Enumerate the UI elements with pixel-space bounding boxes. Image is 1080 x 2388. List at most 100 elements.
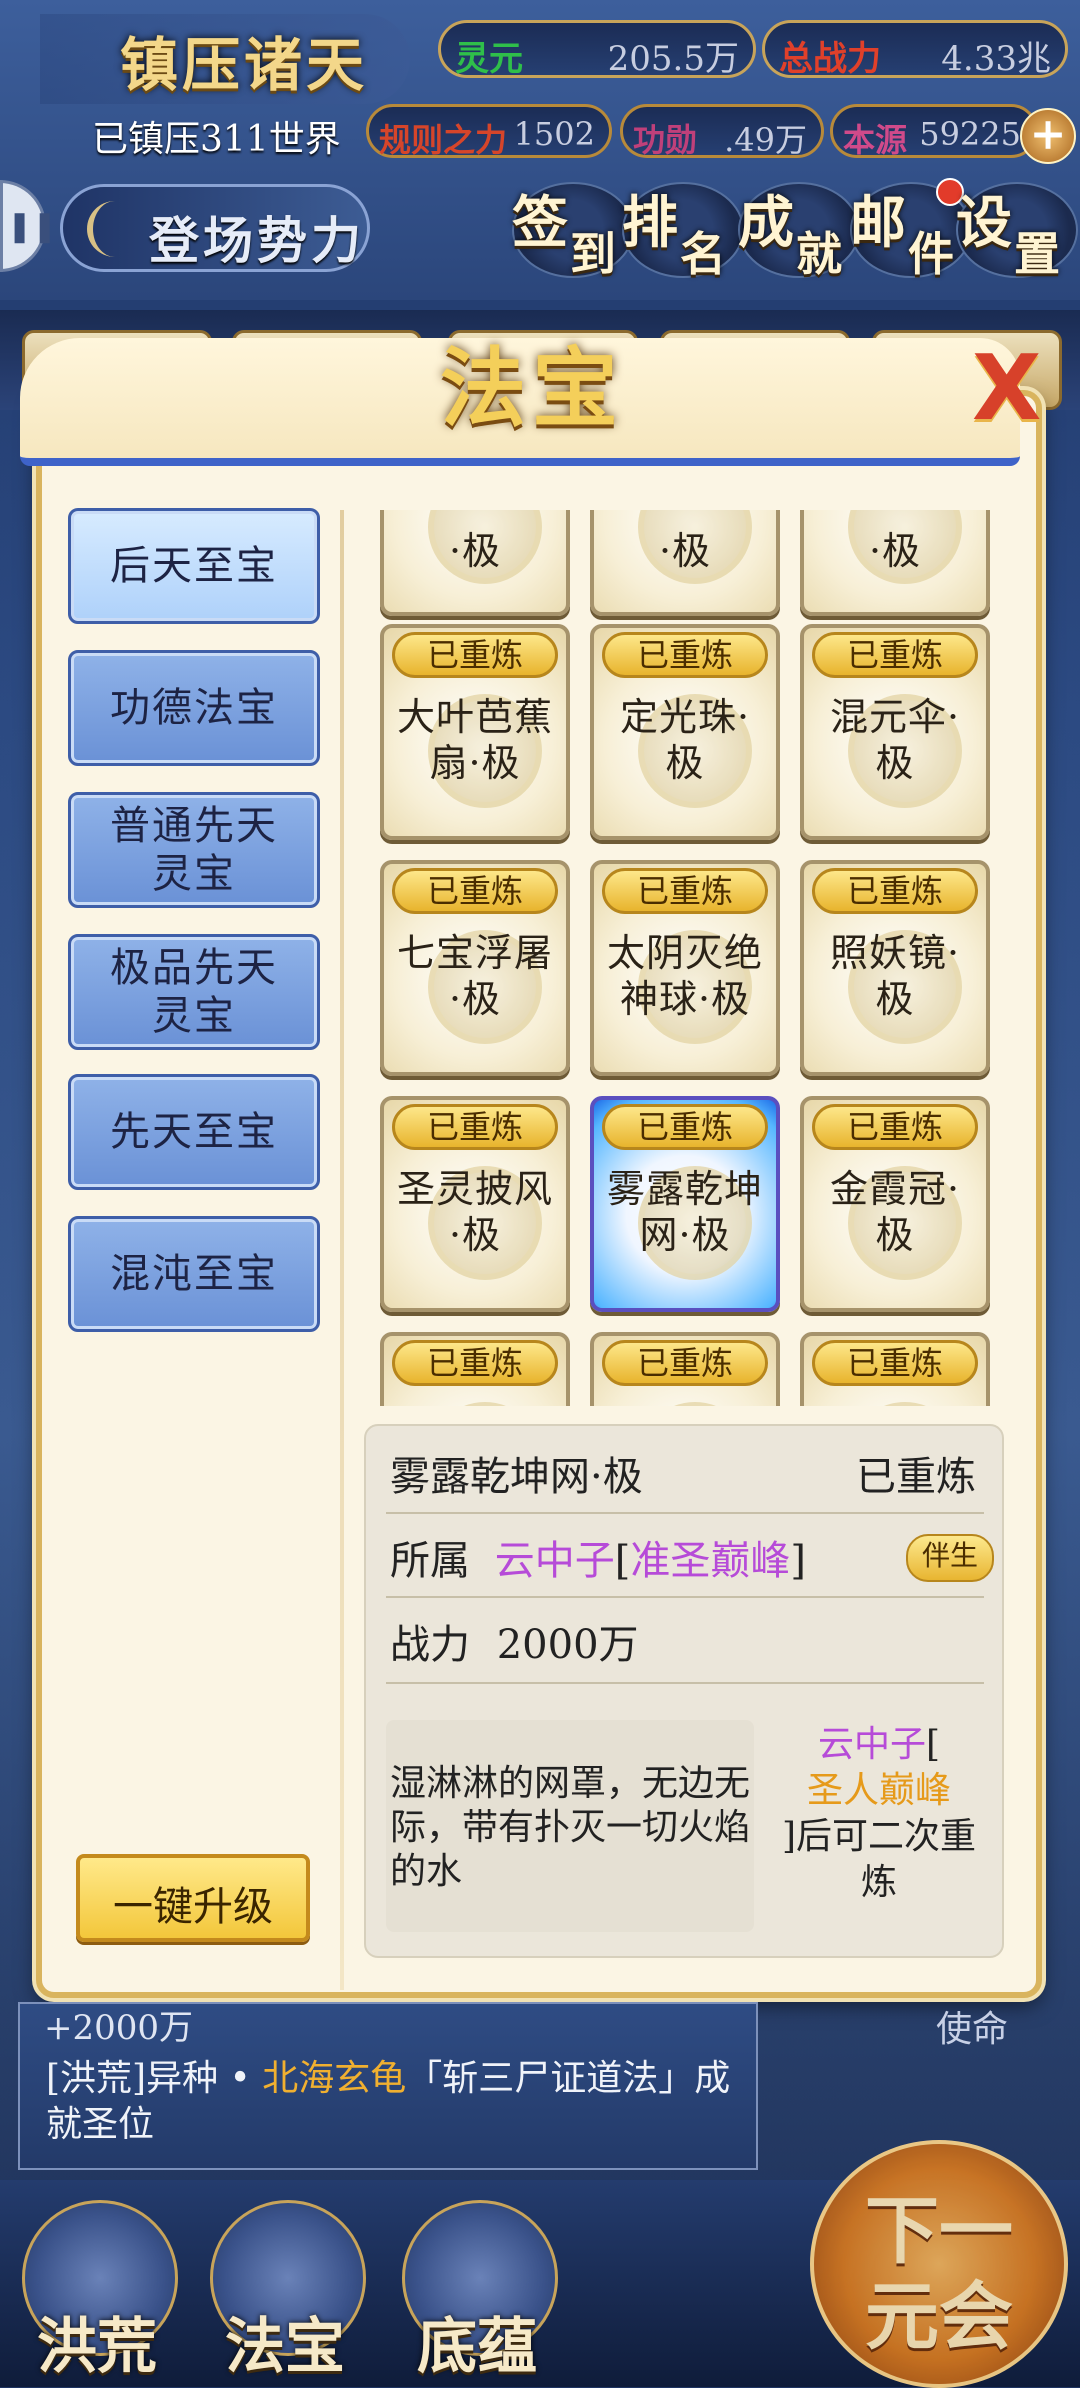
realm-count: 已镇压311世界: [92, 119, 341, 160]
owner-bracket-open: [: [614, 1538, 631, 1584]
note-name: 云中子: [817, 1724, 926, 1765]
refined-badge: 已重炼: [602, 632, 768, 678]
treasure-item[interactable]: 已重炼: [590, 1332, 780, 1406]
settings-char-1: 设: [956, 190, 1012, 256]
refined-badge: 已重炼: [392, 1340, 558, 1386]
note-rest: ]后可二次重炼: [781, 1816, 977, 1903]
description-box: 湿淋淋的网罩，无边无际，带有扑灭一切火焰的水: [386, 1720, 754, 1932]
merit-stat: 功勋 .49万: [620, 104, 824, 159]
treasure-item-selected[interactable]: 已重炼 雾露乾坤 网·极: [590, 1096, 780, 1312]
refined-badge: 已重炼: [602, 1104, 768, 1150]
upgrade-all-label: 一键升级: [113, 1884, 273, 1930]
treasure-item[interactable]: 已重炼 圣灵披风 ·极: [380, 1096, 570, 1312]
nav-label: 底蕴: [417, 2312, 537, 2382]
settings-button[interactable]: 设 置: [956, 178, 1080, 281]
category-label: 混沌至宝: [110, 1251, 278, 1297]
refined-badge: 已重炼: [812, 1104, 978, 1150]
checkin-char-1: 签: [512, 190, 568, 256]
ranking-char-1: 排: [622, 190, 678, 256]
refined-badge: 已重炼: [392, 632, 558, 678]
category-putong-xiantian[interactable]: 普通先天 灵宝: [68, 792, 320, 908]
next-era-button[interactable]: 下一 元会: [810, 2140, 1068, 2388]
treasure-item[interactable]: ·极: [590, 510, 780, 616]
divider: [386, 1682, 984, 1684]
arc-icon: [87, 201, 143, 257]
refined-badge: 已重炼: [812, 1340, 978, 1386]
rule-power-stat: 规则之力 1502: [366, 104, 612, 159]
category-gongde-fabao[interactable]: 功德法宝: [68, 650, 320, 766]
next-era-label: 下一 元会: [865, 2188, 1013, 2360]
total-power-label: 总战力: [779, 39, 881, 79]
add-resource-button[interactable]: +: [1020, 108, 1076, 164]
treasure-name: 大叶芭蕉 扇·极: [396, 695, 553, 785]
nav-label: 洪荒: [37, 2312, 157, 2382]
achievement-char-1: 成: [738, 190, 794, 256]
treasure-item[interactable]: 已重炼 大叶芭蕉 扇·极: [380, 624, 570, 840]
note-bracket-open: [: [925, 1724, 941, 1765]
achievement-button[interactable]: 成 就: [738, 178, 866, 281]
category-jipin-xiantian[interactable]: 极品先天 灵宝: [68, 934, 320, 1050]
pause-icon: ❚❚: [7, 209, 58, 244]
nav-honghuang[interactable]: 洪荒: [12, 2200, 182, 2382]
treasure-item[interactable]: 已重炼 混元伞· 极: [800, 624, 990, 840]
game-title: 镇压诸天: [120, 31, 369, 99]
dialog-title: 法宝: [440, 338, 624, 439]
checkin-button[interactable]: 签 到: [512, 178, 640, 281]
faction-button[interactable]: 登场势力: [60, 184, 370, 272]
divider: [386, 1596, 984, 1598]
treasure-item[interactable]: 已重炼 定光珠· 极: [590, 624, 780, 840]
treasure-item[interactable]: ·极: [800, 510, 990, 616]
detail-header: 雾露乾坤网·极 已重炼: [390, 1444, 986, 1502]
category-label: 功德法宝: [110, 685, 278, 731]
detail-treasure-name: 雾露乾坤网·极: [390, 1454, 643, 1500]
achievement-char-2: 就: [796, 227, 842, 281]
treasure-item[interactable]: 已重炼 七宝浮屠 ·极: [380, 860, 570, 1076]
treasure-item[interactable]: 已重炼 照妖镜· 极: [800, 860, 990, 1076]
log-line-2: [洪荒]异种 • 北海玄龟「斩三尸证道法」成就圣位: [46, 2056, 746, 2148]
treasure-item[interactable]: 已重炼: [380, 1332, 570, 1406]
treasure-name: ·极: [448, 529, 502, 573]
upgrade-all-button[interactable]: 一键升级: [76, 1854, 310, 1942]
rule-power-value: 1502: [513, 115, 595, 153]
category-hundun-zhibao[interactable]: 混沌至宝: [68, 1216, 320, 1332]
close-icon: X: [972, 336, 1042, 441]
refined-badge: 已重炼: [392, 1104, 558, 1150]
nav-label: 法宝: [225, 2312, 345, 2382]
category-xiantian-zhibao[interactable]: 先天至宝: [68, 1074, 320, 1190]
owner-bracket-close: ]: [790, 1538, 806, 1584]
merit-value: .49万: [724, 121, 807, 159]
log-line-1: +2000万: [44, 2008, 194, 2048]
rule-power-label: 规则之力: [379, 121, 508, 159]
nav-fabao[interactable]: 法宝: [200, 2200, 370, 2382]
category-label: 先天至宝: [110, 1109, 278, 1155]
rerefine-note: 云中子[ 圣人巅峰 ]后可二次重炼: [766, 1722, 992, 1906]
category-houtian-zhibao[interactable]: 后天至宝: [68, 508, 320, 624]
treasure-name: 金霞冠· 极: [829, 1167, 961, 1257]
log-highlight: 北海玄龟: [262, 2058, 407, 2099]
settings-char-2: 置: [1014, 227, 1060, 281]
divider: [386, 1512, 984, 1514]
treasure-item[interactable]: 已重炼 金霞冠· 极: [800, 1096, 990, 1312]
treasure-item[interactable]: 已重炼 太阴灭绝 神球·极: [590, 860, 780, 1076]
total-power-value: 4.33兆: [941, 39, 1051, 79]
top-hud: 镇压诸天 灵元 205.5万 总战力 4.33兆 已镇压311世界 规则之力 1…: [0, 0, 1080, 300]
detail-power-row: 战力 2000万: [390, 1612, 986, 1670]
nav-diyun[interactable]: 底蕴: [392, 2200, 562, 2382]
category-label: 普通先天 灵宝: [110, 803, 278, 897]
total-power-stat: 总战力 4.33兆: [762, 20, 1068, 79]
ranking-button[interactable]: 排 名: [622, 178, 750, 281]
owner-realm: 准圣巅峰: [630, 1538, 791, 1584]
refined-badge: 已重炼: [812, 632, 978, 678]
owner-name: 云中子: [494, 1538, 615, 1584]
refined-badge: 已重炼: [602, 1340, 768, 1386]
treasure-name: ·极: [868, 529, 922, 573]
panel-divider: [340, 510, 344, 1990]
treasure-item[interactable]: 已重炼: [800, 1332, 990, 1406]
refined-badge: 已重炼: [602, 868, 768, 914]
owner-label: 所属: [390, 1538, 470, 1584]
treasure-item[interactable]: ·极: [380, 510, 570, 616]
side-menu-tab[interactable]: ❚❚: [0, 180, 57, 272]
close-button[interactable]: X: [966, 336, 1046, 441]
detail-owner-row: 所属 云中子[准圣巅峰]: [390, 1528, 986, 1586]
log-prefix: [洪荒]异种 •: [46, 2058, 263, 2099]
